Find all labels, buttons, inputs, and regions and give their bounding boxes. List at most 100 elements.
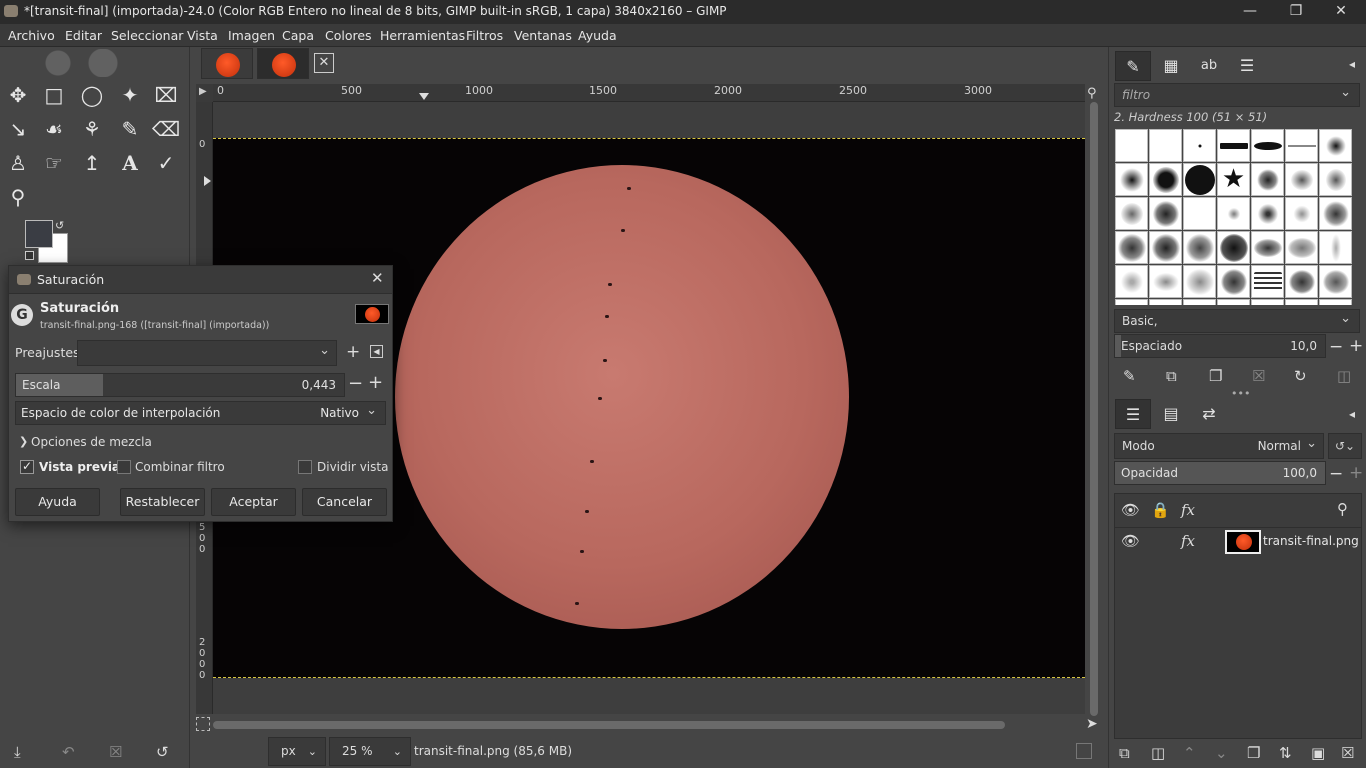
merge-layer-icon[interactable]: ⇅ — [1279, 744, 1292, 762]
new-layer-group-icon[interactable]: ◫ — [1151, 744, 1165, 762]
configure-tab-icon[interactable]: ◂ — [1349, 57, 1355, 71]
delete-layer-icon[interactable]: ☒ — [1341, 744, 1354, 762]
navigate-icon[interactable]: ➤ — [1086, 716, 1098, 732]
reset-tool-icon[interactable]: ↺ — [156, 743, 169, 761]
layers-tab-icon[interactable]: ☰ — [1115, 399, 1151, 429]
menu-filtros[interactable]: Filtros — [466, 28, 503, 43]
warp-tool-icon[interactable]: ☙ — [39, 114, 69, 144]
chevron-right-icon[interactable]: ❯ — [19, 435, 28, 448]
unit-select[interactable]: px ⌄ — [268, 737, 326, 766]
foreground-color-swatch[interactable] — [25, 220, 53, 248]
plus-icon[interactable]: + — [1349, 336, 1363, 356]
menu-capa[interactable]: Capa — [282, 28, 314, 43]
brush-set-select[interactable]: Basic, ⌄ — [1114, 309, 1360, 333]
cancel-button[interactable]: Cancelar — [302, 488, 387, 516]
menu-ventanas[interactable]: Ventanas — [514, 28, 572, 43]
horizontal-scrollbar[interactable] — [213, 721, 1005, 729]
text-tool-icon[interactable]: A — [115, 148, 145, 178]
fuzzy-select-tool-icon[interactable]: ✦ — [115, 80, 145, 110]
paths-tool-icon[interactable]: ↥ — [77, 148, 107, 178]
minus-icon[interactable]: − — [1329, 464, 1343, 484]
composite-mode-select[interactable]: ↺⌄ — [1328, 433, 1362, 459]
duplicate-layer-icon[interactable]: ❐ — [1247, 744, 1260, 762]
image-tab-2[interactable] — [257, 48, 309, 79]
dock-separator[interactable]: ••• — [1231, 387, 1250, 400]
zoom-tool-icon[interactable]: ⚲ — [3, 182, 33, 212]
menu-colores[interactable]: Colores — [325, 28, 372, 43]
combine-filter-checkbox[interactable] — [117, 460, 131, 474]
color-picker-tool-icon[interactable]: ✓ — [151, 148, 181, 178]
zoom-select[interactable]: 25 % ⌄ — [329, 737, 411, 766]
fonts-tab-icon[interactable]: ab — [1191, 51, 1227, 81]
plus-icon[interactable]: + — [368, 372, 383, 393]
opacity-slider[interactable]: Opacidad 100,0 — [1114, 461, 1326, 485]
vertical-scrollbar[interactable] — [1090, 102, 1098, 716]
spacing-slider[interactable]: Espaciado 10,0 — [1114, 334, 1326, 358]
new-brush-icon[interactable]: ⧉ — [1166, 367, 1177, 385]
lasso-tool-icon[interactable]: ◯ — [77, 80, 107, 110]
add-preset-icon[interactable]: + — [346, 342, 360, 362]
quick-mask-icon[interactable] — [196, 717, 210, 731]
edit-brush-icon[interactable]: ✎ — [1123, 367, 1136, 385]
brush-filter-input[interactable]: filtro ⌄ — [1114, 83, 1360, 107]
image-tab-1[interactable] — [201, 48, 253, 79]
close-tab-icon[interactable]: ✕ — [314, 53, 334, 73]
menu-imagen[interactable]: Imagen — [228, 28, 275, 43]
add-mask-icon[interactable]: ▣ — [1311, 744, 1325, 762]
eraser-tool-icon[interactable]: ⌫ — [151, 114, 181, 144]
split-view-checkbox[interactable] — [298, 460, 312, 474]
eye-icon[interactable]: 👁 — [1121, 501, 1140, 519]
restore-tool-preset-icon[interactable]: ↶ — [62, 743, 75, 761]
lock-icon[interactable]: 🔒 — [1151, 501, 1170, 519]
help-button[interactable]: Ayuda — [15, 488, 100, 516]
ruler-corner[interactable]: ▶ — [196, 84, 213, 102]
minimize-icon[interactable]: — — [1227, 0, 1273, 24]
menu-ayuda[interactable]: Ayuda — [578, 28, 617, 43]
patterns-tab-icon[interactable]: ▦ — [1153, 51, 1189, 81]
search-icon[interactable]: ⚲ — [1337, 500, 1348, 518]
bucket-fill-tool-icon[interactable]: ⚘ — [77, 114, 107, 144]
refresh-brushes-icon[interactable]: ↻ — [1294, 367, 1307, 385]
paintbrush-tool-icon[interactable]: ✎ — [115, 114, 145, 144]
interpolation-select[interactable]: Espacio de color de interpolación Nativo… — [15, 401, 386, 425]
clone-tool-icon[interactable]: ♙ — [3, 148, 33, 178]
plus-icon[interactable]: + — [1349, 463, 1363, 483]
move-tool-icon[interactable]: ✥ — [3, 80, 33, 110]
minus-icon[interactable]: − — [348, 373, 363, 394]
navigation-preview-icon[interactable] — [1076, 743, 1092, 759]
duplicate-brush-icon[interactable]: ❐ — [1209, 367, 1222, 385]
crop-tool-icon[interactable]: ⌧ — [151, 80, 181, 110]
presets-select[interactable]: ⌄ — [77, 340, 337, 366]
restore-icon[interactable]: ❐ — [1273, 0, 1319, 24]
menu-herramientas[interactable]: Herramientas — [380, 28, 465, 43]
rect-select-tool-icon[interactable]: □ — [39, 80, 69, 110]
menu-archivo[interactable]: Archivo — [8, 28, 55, 43]
brushes-tab-icon[interactable]: ✎ — [1115, 51, 1151, 81]
save-tool-preset-icon[interactable]: ⤓ — [14, 743, 21, 761]
channels-tab-icon[interactable]: ▤ — [1153, 399, 1189, 429]
open-brush-folder-icon[interactable]: ◫ — [1337, 367, 1351, 385]
menu-seleccionar[interactable]: Seleccionar — [111, 28, 183, 43]
effects-icon[interactable]: fx — [1181, 501, 1195, 519]
swap-colors-icon[interactable]: ↺ — [55, 219, 64, 232]
scale-value[interactable]: 0,443 — [302, 378, 336, 392]
ok-button[interactable]: Aceptar — [211, 488, 296, 516]
layer-row[interactable]: 👁 fx transit-final.png — [1115, 528, 1361, 556]
zoom-image-icon[interactable]: ⚲ — [1087, 86, 1097, 101]
preset-menu-icon[interactable]: ◀ — [370, 345, 383, 358]
paths-tab-icon[interactable]: ⇄ — [1191, 399, 1227, 429]
new-layer-icon[interactable]: ⧉ — [1119, 744, 1130, 762]
layer-mode-select[interactable]: Modo Normal ⌄ — [1114, 433, 1324, 459]
menu-editar[interactable]: Editar — [65, 28, 102, 43]
dialog-titlebar[interactable]: Saturación ✕ — [9, 266, 392, 294]
raise-layer-icon[interactable]: ⌃ — [1183, 744, 1196, 762]
minus-icon[interactable]: − — [1329, 337, 1343, 357]
close-dialog-icon[interactable]: ✕ — [371, 269, 384, 287]
smudge-tool-icon[interactable]: ☞ — [39, 148, 69, 178]
delete-brush-icon[interactable]: ☒ — [1252, 367, 1265, 385]
configure-tab-icon[interactable]: ◂ — [1349, 407, 1355, 421]
document-history-tab-icon[interactable]: ☰ — [1229, 51, 1265, 81]
default-colors-icon[interactable] — [25, 251, 34, 260]
delete-tool-preset-icon[interactable]: ☒ — [109, 743, 122, 761]
scale-slider[interactable]: Escala 0,443 — [15, 373, 345, 397]
